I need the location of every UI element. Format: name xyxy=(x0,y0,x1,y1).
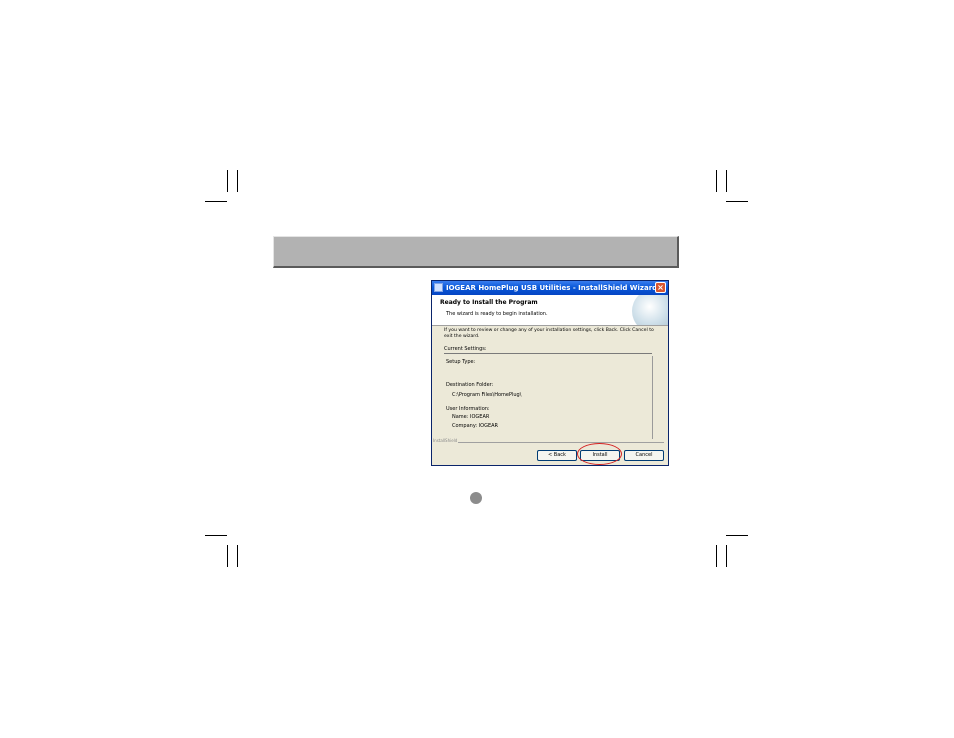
window-title: IOGEAR HomePlug USB Utilities - InstallS… xyxy=(446,284,658,292)
user-name-value: Name: IOGEAR xyxy=(452,414,490,420)
close-button[interactable]: × xyxy=(655,282,666,293)
user-info-label: User Information: xyxy=(446,406,490,412)
disc-graphic-icon xyxy=(632,295,668,325)
destination-label: Destination Folder: xyxy=(446,382,494,388)
wizard-content: If you want to review or change any of y… xyxy=(432,325,668,441)
page-marker-dot xyxy=(470,492,482,504)
app-icon xyxy=(434,283,443,292)
crop-mark xyxy=(237,545,238,567)
install-button[interactable]: Install xyxy=(580,450,620,461)
footer-divider xyxy=(440,442,664,443)
crop-mark xyxy=(716,545,717,567)
page-title: Ready to Install the Program xyxy=(440,299,538,306)
current-settings-label: Current Settings: xyxy=(444,346,487,352)
crop-mark xyxy=(227,545,228,567)
crop-mark xyxy=(726,201,748,202)
crop-mark xyxy=(205,535,227,536)
installshield-window: IOGEAR HomePlug USB Utilities - InstallS… xyxy=(431,280,669,466)
crop-mark xyxy=(205,201,227,202)
intro-text: If you want to review or change any of y… xyxy=(444,328,654,339)
crop-mark xyxy=(227,170,228,192)
wizard-header: Ready to Install the Program The wizard … xyxy=(432,295,668,326)
back-button[interactable]: < Back xyxy=(537,450,577,461)
cancel-button[interactable]: Cancel xyxy=(624,450,664,461)
crop-mark xyxy=(237,170,238,192)
section-header-bar xyxy=(273,236,679,268)
installshield-brand: InstallShield xyxy=(432,438,459,443)
crop-mark xyxy=(726,535,748,536)
crop-mark xyxy=(726,170,727,192)
page-subtitle: The wizard is ready to begin installatio… xyxy=(446,311,548,317)
settings-summary[interactable]: Setup Type: Destination Folder: C:\Progr… xyxy=(444,356,653,439)
crop-mark xyxy=(726,545,727,567)
destination-value: C:\Program Files\HomePlug\ xyxy=(452,392,522,398)
setup-type-label: Setup Type: xyxy=(446,359,476,365)
window-titlebar[interactable]: IOGEAR HomePlug USB Utilities - InstallS… xyxy=(432,281,668,295)
divider xyxy=(444,353,652,354)
company-value: Company: IOGEAR xyxy=(452,423,499,429)
crop-mark xyxy=(716,170,717,192)
